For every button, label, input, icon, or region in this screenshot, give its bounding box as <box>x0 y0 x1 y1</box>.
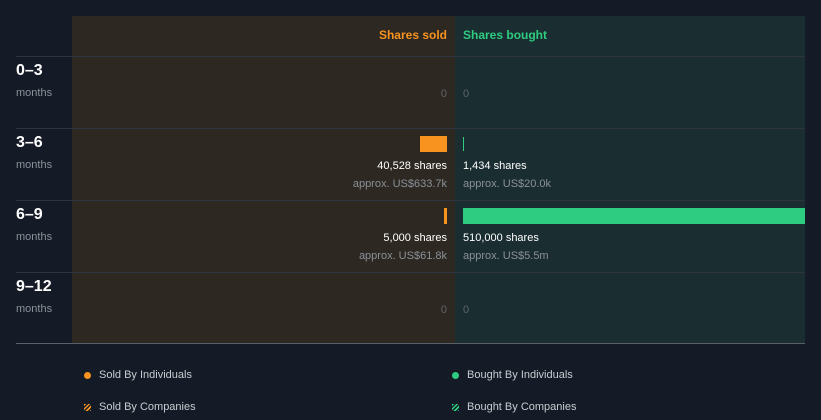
period-3-6-months: 3–6 months <box>16 134 52 171</box>
row-separator <box>16 200 805 201</box>
header-shares-bought: Shares bought <box>463 28 548 42</box>
legend-label: Bought By Companies <box>467 401 577 413</box>
period-label: 9–12 <box>16 278 52 295</box>
row-separator <box>16 56 805 57</box>
bought-value-0-3: 0 <box>463 88 470 100</box>
sold-bar-6-9 <box>444 208 447 224</box>
period-9-12-months: 9–12 months <box>16 278 52 315</box>
sold-value-0-3: 0 <box>440 88 447 100</box>
row-separator <box>16 128 805 129</box>
sold-bar-3-6 <box>420 136 447 152</box>
period-6-9-months: 6–9 months <box>16 206 52 243</box>
green-hatch-icon <box>452 403 459 411</box>
legend-bought-by-individuals: Bought By Individuals <box>452 369 573 381</box>
bought-usd-3-6: approx. US$20.0k <box>463 178 552 190</box>
legend-label: Sold By Individuals <box>99 369 192 381</box>
orange-dot-icon <box>84 371 91 379</box>
sold-usd-6-9: approx. US$61.8k <box>358 250 447 262</box>
period-label: 3–6 <box>16 134 43 151</box>
sold-usd-3-6: approx. US$633.7k <box>352 178 447 190</box>
sold-shares-6-9: 5,000 shares <box>383 232 447 244</box>
period-unit: months <box>16 231 53 243</box>
bought-shares-3-6: 1,434 shares <box>463 160 527 172</box>
bought-bar-3-6 <box>463 137 464 151</box>
period-unit: months <box>16 87 53 99</box>
period-unit: months <box>16 159 53 171</box>
legend-sold-by-companies: Sold By Companies <box>84 401 196 413</box>
legend-bought-by-companies: Bought By Companies <box>452 401 576 413</box>
sold-shares-3-6: 40,528 shares <box>377 160 447 172</box>
legend-label: Sold By Companies <box>99 401 196 413</box>
chart-baseline <box>16 343 805 344</box>
period-label: 0–3 <box>16 62 43 79</box>
header-shares-sold: Shares sold <box>378 28 447 42</box>
sold-value-9-12: 0 <box>440 304 447 316</box>
legend-sold-by-individuals: Sold By Individuals <box>84 369 192 381</box>
period-label: 6–9 <box>16 206 43 223</box>
bought-shares-6-9: 510,000 shares <box>463 232 539 244</box>
bought-bar-6-9 <box>463 208 805 224</box>
bought-value-9-12: 0 <box>463 304 470 316</box>
period-0-3-months: 0–3 months <box>16 62 52 99</box>
row-separator <box>16 272 805 273</box>
legend-label: Bought By Individuals <box>467 369 573 381</box>
bought-usd-6-9: approx. US$5.5m <box>463 250 549 262</box>
period-unit: months <box>16 303 53 315</box>
green-dot-icon <box>452 371 459 379</box>
orange-hatch-icon <box>84 403 91 411</box>
